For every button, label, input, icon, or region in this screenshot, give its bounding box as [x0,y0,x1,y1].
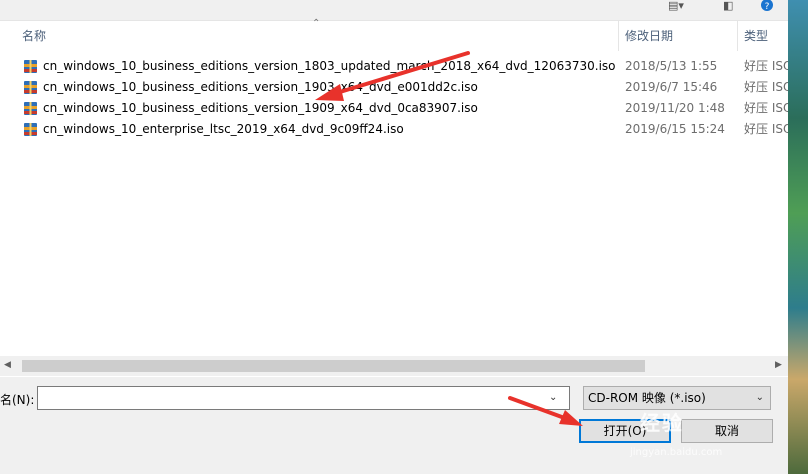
column-modified[interactable]: 修改日期 [621,21,737,51]
file-modified: 2019/6/15 15:24 [625,122,725,136]
file-type: 好压 ISO [744,80,788,94]
file-name: cn_windows_10_enterprise_ltsc_2019_x64_d… [43,122,404,136]
scrollbar-thumb[interactable] [22,360,645,372]
archive-file-icon [23,59,38,74]
file-list: ⌃ 名称 修改日期 类型 cn_windows_10_business_edit… [0,18,788,377]
column-type[interactable]: 类型 [740,21,788,51]
preview-pane-icon[interactable]: ◧ [723,0,733,12]
file-row[interactable]: cn_windows_10_business_editions_version_… [0,56,788,77]
archive-file-icon [23,101,38,116]
scroll-right-icon[interactable]: ▶ [775,360,782,370]
file-name: cn_windows_10_business_editions_version_… [43,59,616,73]
file-row[interactable]: cn_windows_10_business_editions_version_… [0,98,788,119]
file-type: 好压 ISO [744,59,788,73]
file-type-value: CD-ROM 映像 (*.iso) [588,391,706,405]
file-type: 好压 ISO [744,122,788,136]
view-options-icon[interactable]: ▤▾ [668,0,684,12]
toolbar: ▤▾ ◧ ? [660,0,788,14]
column-divider[interactable] [618,21,619,51]
column-header: ⌃ 名称 修改日期 类型 [0,18,788,51]
file-name-input[interactable] [37,386,570,410]
archive-file-icon [23,122,38,137]
scroll-left-icon[interactable]: ◀ [4,360,11,370]
desktop-wallpaper [788,0,808,474]
watermark-url: jingyan.baidu.com [630,447,723,458]
svg-text:?: ? [765,2,770,12]
file-row[interactable]: cn_windows_10_enterprise_ltsc_2019_x64_d… [0,119,788,140]
file-name-label: 名(N): [0,393,35,407]
chevron-down-icon[interactable]: ⌄ [549,392,557,403]
file-name: cn_windows_10_business_editions_version_… [43,80,478,94]
help-icon[interactable]: ? [760,0,774,15]
column-divider[interactable] [737,21,738,51]
file-name: cn_windows_10_business_editions_version_… [43,101,478,115]
open-file-dialog: ▤▾ ◧ ? ⌃ 名称 修改日期 类型 cn_windows_10_busine… [0,0,788,474]
file-row[interactable]: cn_windows_10_business_editions_version_… [0,77,788,98]
watermark-text: 经验 [640,411,684,435]
watermark: 经验 jingyan.baidu.com [610,405,800,465]
file-type: 好压 ISO [744,101,788,115]
file-modified: 2018/5/13 1:55 [625,59,718,73]
file-modified: 2019/6/7 15:46 [625,80,718,94]
file-modified: 2019/11/20 1:48 [625,101,725,115]
archive-file-icon [23,80,38,95]
column-name[interactable]: 名称 [18,21,618,51]
horizontal-scrollbar[interactable]: ◀ ▶ [0,356,788,376]
